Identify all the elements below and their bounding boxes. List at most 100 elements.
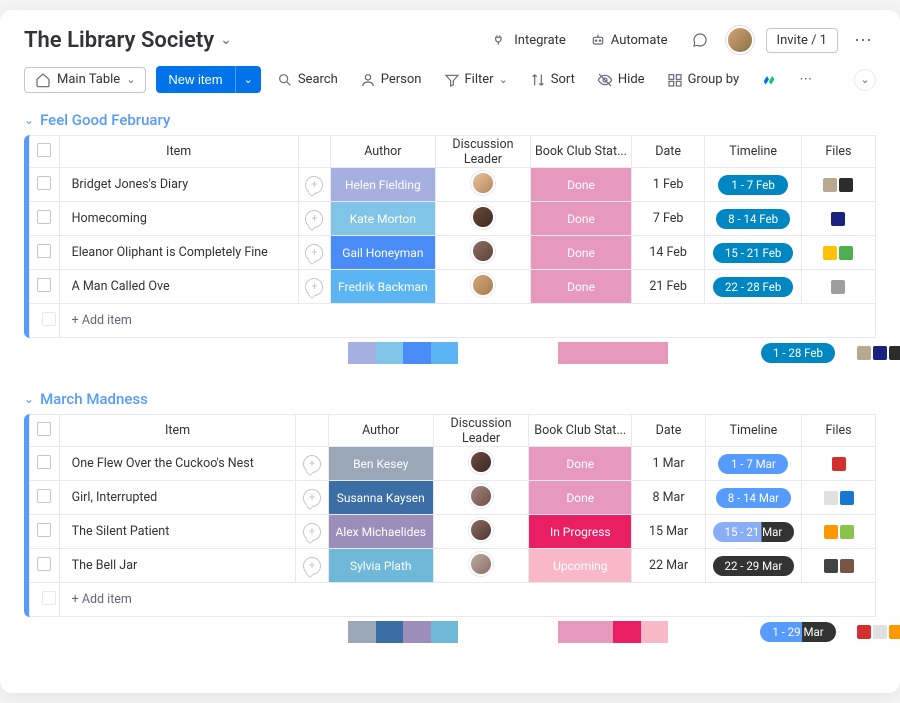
timeline-cell[interactable]: 1 - 7 Mar (705, 447, 801, 481)
files-cell[interactable] (802, 549, 876, 583)
file-thumb[interactable] (840, 559, 854, 573)
date-cell[interactable]: 15 Mar (632, 515, 705, 549)
column-checkbox-header[interactable] (30, 415, 60, 447)
hide-button[interactable]: Hide (591, 68, 651, 92)
timeline-cell[interactable]: 22 - 28 Feb (705, 270, 801, 304)
status-cell[interactable]: Done (531, 270, 632, 304)
leader-avatar[interactable] (469, 518, 493, 542)
add-update-icon[interactable] (305, 244, 323, 262)
column-item-header[interactable]: Item (59, 415, 296, 447)
file-thumb[interactable] (824, 491, 838, 505)
files-cell[interactable] (801, 168, 875, 202)
table-row[interactable]: A Man Called Ove Fredrik Backman Done 21… (30, 270, 876, 304)
chat-cell[interactable] (298, 168, 330, 202)
add-update-icon[interactable] (305, 210, 323, 228)
leader-cell[interactable] (435, 236, 530, 270)
author-cell[interactable]: Helen Fielding (330, 168, 435, 202)
group-header[interactable]: ⌄March Madness (24, 390, 876, 408)
author-cell[interactable]: Alex Michaelides (328, 515, 433, 549)
row-checkbox-cell[interactable] (30, 447, 60, 481)
date-cell[interactable]: 1 Feb (631, 168, 705, 202)
column-leader-header[interactable]: Discussion Leader (433, 415, 528, 447)
files-cell[interactable] (802, 447, 876, 481)
column-files-header[interactable]: Files (802, 415, 876, 447)
chat-cell[interactable] (296, 447, 328, 481)
new-item-dropdown[interactable]: ⌄ (235, 66, 261, 93)
file-thumb[interactable] (831, 212, 845, 226)
author-cell[interactable]: Kate Morton (330, 202, 435, 236)
files-cell[interactable] (802, 481, 876, 515)
conversation-button[interactable] (686, 28, 714, 52)
table-row[interactable]: Homecoming Kate Morton Done 7 Feb 8 - 14… (30, 202, 876, 236)
more-options-button[interactable]: ⋯ (850, 30, 876, 51)
invite-button[interactable]: Invite / 1 (766, 28, 838, 53)
leader-avatar[interactable] (469, 484, 493, 508)
user-avatar[interactable] (726, 26, 754, 54)
status-cell[interactable]: Done (529, 447, 632, 481)
timeline-cell[interactable]: 15 - 21 Feb (705, 236, 801, 270)
apps-button[interactable] (755, 68, 783, 92)
table-row[interactable]: One Flew Over the Cuckoo's Nest Ben Kese… (30, 447, 876, 481)
files-cell[interactable] (801, 236, 875, 270)
row-checkbox-cell[interactable] (30, 168, 60, 202)
leader-cell[interactable] (435, 270, 530, 304)
search-button[interactable]: Search (271, 68, 344, 92)
add-update-icon[interactable] (303, 523, 321, 541)
item-name-cell[interactable]: Homecoming (59, 202, 298, 236)
table-row[interactable]: Bridget Jones's Diary Helen Fielding Don… (30, 168, 876, 202)
date-cell[interactable]: 1 Mar (632, 447, 705, 481)
file-thumb[interactable] (823, 246, 837, 260)
leader-cell[interactable] (433, 549, 528, 583)
item-name-cell[interactable]: One Flew Over the Cuckoo's Nest (59, 447, 296, 481)
file-thumb[interactable] (831, 280, 845, 294)
leader-avatar[interactable] (471, 171, 495, 195)
file-thumb[interactable] (824, 559, 838, 573)
item-name-cell[interactable]: The Bell Jar (59, 549, 296, 583)
leader-cell[interactable] (435, 168, 530, 202)
add-update-icon[interactable] (303, 489, 321, 507)
file-thumb[interactable] (840, 525, 854, 539)
file-thumb[interactable] (840, 491, 854, 505)
column-checkbox-header[interactable] (30, 136, 60, 168)
automate-button[interactable]: Automate (584, 28, 674, 52)
file-thumb[interactable] (823, 178, 837, 192)
author-cell[interactable]: Susanna Kaysen (328, 481, 433, 515)
leader-cell[interactable] (435, 202, 530, 236)
row-checkbox-cell[interactable] (30, 481, 60, 515)
chat-cell[interactable] (298, 202, 330, 236)
author-cell[interactable]: Gail Honeyman (330, 236, 435, 270)
status-cell[interactable]: In Progress (529, 515, 632, 549)
leader-cell[interactable] (433, 447, 528, 481)
chat-cell[interactable] (296, 549, 328, 583)
status-cell[interactable]: Done (531, 202, 632, 236)
item-name-cell[interactable]: Eleanor Oliphant is Completely Fine (59, 236, 298, 270)
person-button[interactable]: Person (354, 68, 428, 92)
table-row[interactable]: Girl, Interrupted Susanna Kaysen Done 8 … (30, 481, 876, 515)
status-cell[interactable]: Done (529, 481, 632, 515)
files-cell[interactable] (801, 202, 875, 236)
filter-button[interactable]: Filter ⌄ (438, 68, 514, 92)
group-header[interactable]: ⌄Feel Good February (24, 111, 876, 129)
add-update-icon[interactable] (303, 557, 321, 575)
chevron-down-icon[interactable]: ⌄ (220, 32, 232, 48)
author-cell[interactable]: Fredrik Backman (330, 270, 435, 304)
table-row[interactable]: Eleanor Oliphant is Completely Fine Gail… (30, 236, 876, 270)
chat-cell[interactable] (298, 236, 330, 270)
title-wrap[interactable]: The Library Society ⌄ (24, 28, 232, 53)
chat-cell[interactable] (296, 515, 328, 549)
sort-button[interactable]: Sort (524, 68, 581, 92)
column-date-header[interactable]: Date (631, 136, 705, 168)
leader-cell[interactable] (433, 481, 528, 515)
status-cell[interactable]: Upcoming (529, 549, 632, 583)
leader-avatar[interactable] (471, 239, 495, 263)
file-thumb[interactable] (832, 457, 846, 471)
add-update-icon[interactable] (303, 455, 321, 473)
column-author-header[interactable]: Author (330, 136, 435, 168)
more-tools-button[interactable]: ⋯ (793, 68, 818, 91)
date-cell[interactable]: 8 Mar (632, 481, 705, 515)
leader-avatar[interactable] (469, 450, 493, 474)
status-cell[interactable]: Done (531, 236, 632, 270)
column-timeline-header[interactable]: Timeline (705, 415, 801, 447)
chat-cell[interactable] (298, 270, 330, 304)
leader-avatar[interactable] (471, 205, 495, 229)
